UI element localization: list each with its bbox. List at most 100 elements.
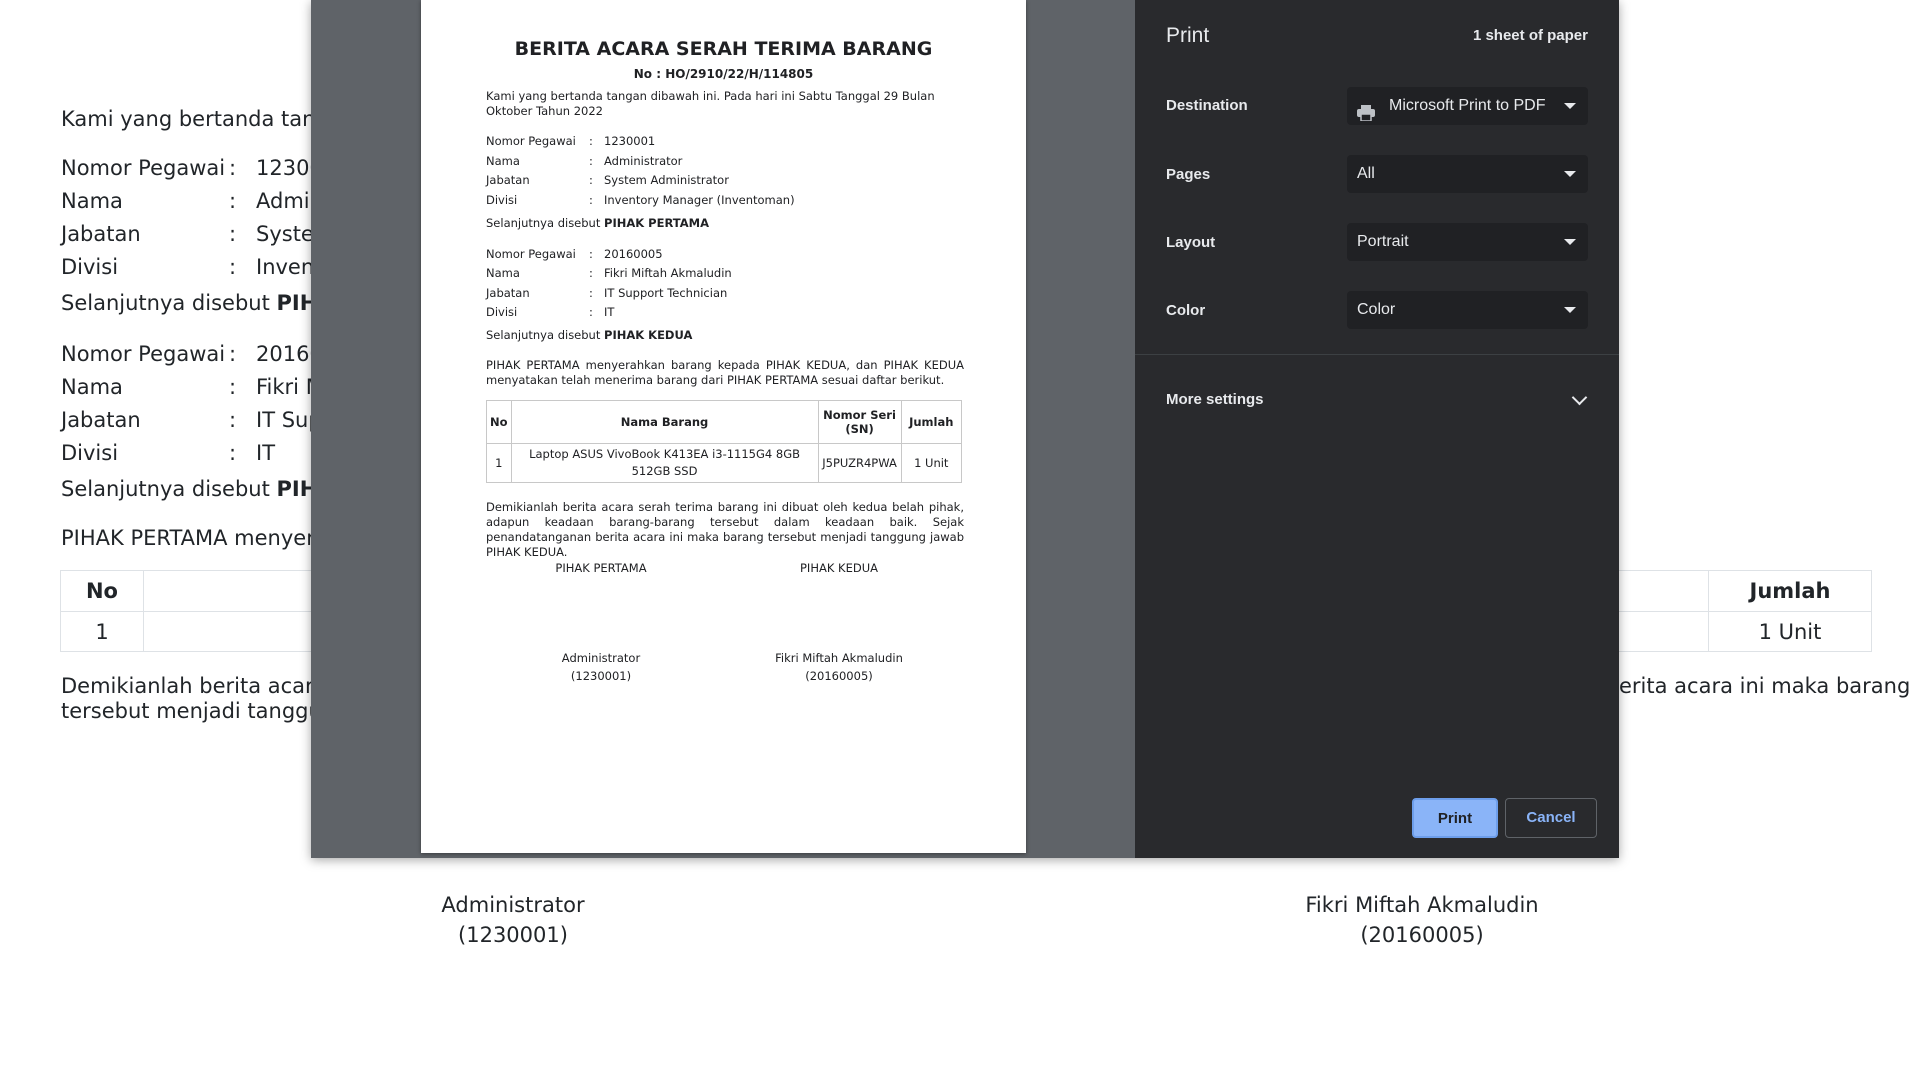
doc-suffix-text: Selanjutnya disebut [486, 328, 601, 342]
doc-colon: : [589, 247, 593, 261]
table-header-qty: Jumlah [1708, 570, 1872, 612]
doc-item-table: No Nama Barang Nomor Seri (SN) Jumlah 1 … [486, 400, 963, 483]
doc-sign-left-id: (1230001) [570, 669, 632, 683]
sheet-count: 1 sheet of paper [1472, 27, 1588, 44]
doc-field-row: Divisi: Inventory Manager (Inventoman) [486, 193, 795, 207]
print-dialog: BERITA ACARA SERAH TERIMA BARANG No : HO… [311, 0, 1619, 858]
bg-colon: : [229, 441, 237, 465]
doc-sign-right: Fikri Miftah Akmaludin (20160005) [744, 649, 934, 685]
print-preview-area[interactable]: BERITA ACARA SERAH TERIMA BARANG No : HO… [311, 0, 1135, 858]
doc-field-value: 1230001 [604, 134, 656, 148]
bg-colon: : [229, 342, 237, 366]
doc-sign-left-name: Administrator [561, 651, 641, 665]
bg-second-suffix: Selanjutnya disebut PIHAK [61, 477, 350, 501]
bg-field-value: IT [256, 441, 276, 465]
doc-colon: : [589, 173, 593, 187]
doc-field-key: Jabatan [486, 286, 530, 300]
table-cell-no: 1 [60, 611, 144, 652]
doc-field-key: Jabatan [486, 173, 530, 187]
doc-field-row: Jabatan: System Administrator [486, 173, 729, 187]
bg-colon: : [229, 189, 237, 213]
chevron-down-icon [1564, 307, 1576, 313]
color-select[interactable]: Color [1347, 291, 1588, 329]
doc-sign-right-id: (20160005) [805, 669, 873, 683]
bg-colon: : [229, 375, 237, 399]
doc-field-value: 20160005 [604, 247, 663, 261]
bg-field-key: Jabatan [61, 222, 141, 246]
document-intro: Kami yang bertanda tangan dibawah ini. P… [486, 89, 935, 118]
doc-field-row: Nama: Administrator [486, 154, 682, 168]
chevron-down-icon[interactable] [1571, 389, 1588, 406]
doc-field-value: IT Support Technician [604, 286, 728, 300]
doc-field-row: Nama: Fikri Miftah Akmaludin [486, 266, 732, 280]
doc-field-value: IT [604, 305, 615, 319]
bg-sign-right-id: (20160005) [1360, 923, 1484, 947]
layout-select[interactable]: Portrait [1347, 223, 1588, 261]
bg-field-key: Divisi [61, 441, 119, 465]
print-button[interactable]: Print [1412, 798, 1498, 838]
doc-field-key: Nomor Pegawai [486, 247, 576, 261]
bg-handover-text: PIHAK PERTAMA menyerah [61, 526, 342, 550]
doc-field-row: Divisi: IT [486, 305, 614, 319]
destination-select[interactable]: Microsoft Print to PDF [1347, 87, 1588, 125]
doc-colon: : [589, 286, 593, 300]
chevron-down-icon [1564, 103, 1576, 109]
doc-field-key: Nomor Pegawai [486, 134, 576, 148]
print-title: Print [1166, 24, 1210, 47]
table-header-name: Nama Barang [510, 400, 819, 444]
table-header-row: No Nama Barang Nomor Seri (SN) Jumlah [486, 400, 963, 444]
doc-field-key: Divisi [486, 193, 518, 207]
doc-first-suffix: Selanjutnya disebut PIHAK PERTAMA [486, 216, 709, 230]
doc-colon: : [589, 193, 593, 207]
doc-field-value: System Administrator [604, 173, 729, 187]
doc-colon: : [589, 266, 593, 280]
destination-label: Destination [1166, 97, 1248, 114]
bg-field-key: Jabatan [61, 408, 141, 432]
doc-field-value: Administrator [604, 154, 683, 168]
document-number: No : HO/2910/22/H/114805 [633, 67, 814, 81]
doc-second-suffix: Selanjutnya disebut PIHAK KEDUA [486, 328, 692, 342]
bg-colon: : [229, 255, 237, 279]
layout-value: Portrait [1357, 233, 1409, 250]
bg-sign-right-name: Fikri Miftah Akmaludin [1305, 893, 1539, 917]
color-label: Color [1166, 302, 1206, 319]
table-cell-sn: J5PUZR4PWA [817, 443, 902, 483]
table-row: 1 Laptop ASUS VivoBook K413EA i3-1115G4 … [486, 443, 963, 483]
bg-field-key: Nama [61, 375, 123, 399]
chevron-down-icon [1564, 171, 1576, 177]
cancel-button[interactable]: Cancel [1505, 798, 1597, 838]
doc-closing-text: Demikianlah berita acara serah terima ba… [486, 500, 964, 559]
doc-field-row: Jabatan: IT Support Technician [486, 286, 727, 300]
doc-sign-right-title: PIHAK KEDUA [800, 561, 878, 575]
table-cell-name: Laptop ASUS VivoBook K413EA i3-1115G4 8G… [510, 443, 819, 483]
bg-closing-right: erita acara ini maka barang [1619, 674, 1911, 698]
doc-field-value: Fikri Miftah Akmaludin [604, 266, 732, 280]
bg-field-key: Divisi [61, 255, 119, 279]
table-header-no: No [60, 570, 144, 612]
document-title: BERITA ACARA SERAH TERIMA BARANG [514, 38, 933, 60]
doc-suffix-bold: PIHAK KEDUA [604, 328, 693, 342]
bg-field-key: Nomor Pegawai [61, 156, 226, 180]
bg-colon: : [229, 222, 237, 246]
bg-sign-left: Administrator (1230001) [413, 890, 613, 950]
doc-suffix-text: Selanjutnya disebut [486, 216, 601, 230]
doc-suffix-bold: PIHAK PERTAMA [604, 216, 709, 230]
doc-field-key: Divisi [486, 305, 518, 319]
more-settings-toggle[interactable]: More settings [1166, 391, 1264, 408]
bg-colon: : [229, 408, 237, 432]
doc-field-row: Nomor Pegawai:20160005 [486, 247, 663, 261]
doc-sign-left-title: PIHAK PERTAMA [555, 561, 647, 575]
bg-first-suffix: Selanjutnya disebut PIHAK [61, 291, 350, 315]
doc-field-row: Nomor Pegawai:1230001 [486, 134, 655, 148]
doc-colon: : [589, 154, 593, 168]
doc-field-key: Nama [486, 154, 520, 168]
pages-select[interactable]: All [1347, 155, 1588, 193]
doc-sign-left: Administrator (1230001) [506, 649, 696, 685]
bg-sign-left-name: Administrator [441, 893, 585, 917]
destination-value: Microsoft Print to PDF [1389, 97, 1546, 114]
pages-value: All [1357, 165, 1375, 182]
bg-field-key: Nomor Pegawai [61, 342, 226, 366]
table-header-no: No [486, 400, 512, 444]
layout-label: Layout [1166, 234, 1216, 251]
doc-field-value: Inventory Manager (Inventoman) [604, 193, 795, 207]
